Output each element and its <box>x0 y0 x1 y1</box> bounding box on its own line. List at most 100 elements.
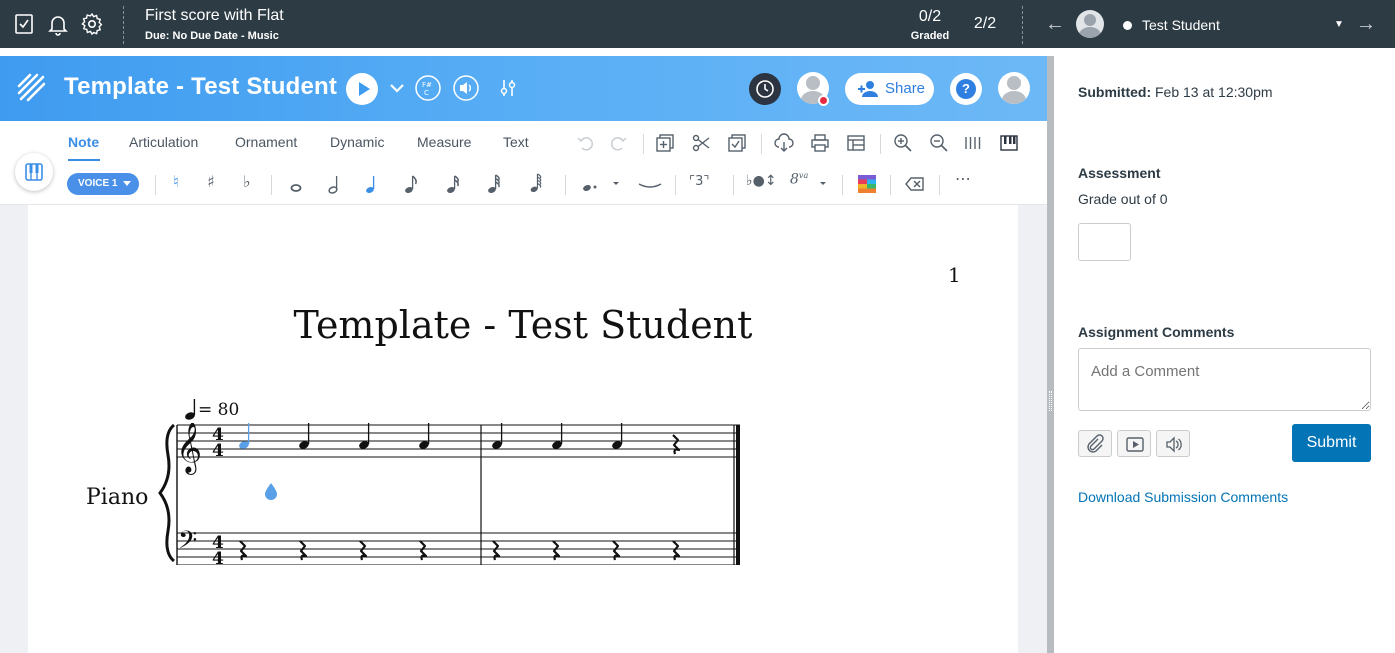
attach-file-button[interactable] <box>1078 430 1112 457</box>
grading-icon[interactable] <box>12 12 36 36</box>
redo-icon[interactable] <box>609 133 629 153</box>
assignment-due: Due: No Due Date - Music <box>145 30 279 42</box>
comments-heading: Assignment Comments <box>1078 324 1235 340</box>
thirty-second-note-icon[interactable] <box>484 174 504 194</box>
history-button[interactable] <box>749 73 781 105</box>
arrow-right-icon[interactable]: → <box>1356 13 1376 36</box>
transpose-icon[interactable]: ♭●↕ <box>746 173 777 189</box>
add-measure-icon[interactable] <box>655 133 675 153</box>
score-title[interactable]: Template - Test Student <box>28 303 1018 347</box>
arrow-left-icon[interactable]: ← <box>1045 13 1065 36</box>
sharp-icon[interactable]: ♯ <box>207 172 215 191</box>
grade-input[interactable] <box>1078 223 1131 261</box>
score-name[interactable]: Template - Test Student <box>64 73 337 101</box>
grand-staff[interactable]: 𝄞 𝄢 44 44 <box>156 423 756 565</box>
layout-icon[interactable] <box>846 133 866 153</box>
clock-icon <box>756 80 774 98</box>
editor-tabs: Note Articulation Ornament Dynamic Measu… <box>0 121 1047 163</box>
paste-icon[interactable] <box>727 133 747 153</box>
quarter-note-icon[interactable] <box>362 174 382 194</box>
flat-header: Template - Test Student F# C Share ? <box>0 56 1047 121</box>
submit-button[interactable]: Submit <box>1292 424 1371 462</box>
print-icon[interactable] <box>810 133 830 153</box>
tempo-marking[interactable]: = 80 <box>198 400 239 420</box>
graded-count: 0/2 <box>918 8 942 25</box>
whole-note-icon[interactable] <box>286 174 306 194</box>
play-button[interactable] <box>346 73 378 105</box>
user-avatar[interactable] <box>998 72 1030 104</box>
half-note-icon[interactable] <box>325 174 345 194</box>
flat-icon[interactable]: ♭ <box>243 172 251 191</box>
cloud-download-icon[interactable] <box>774 133 794 153</box>
toolbar-divider <box>675 175 676 195</box>
tempo-note-icon <box>185 399 196 420</box>
voice-select[interactable]: VOICE 1 <box>67 173 139 195</box>
sixteenth-note-icon[interactable] <box>443 174 463 194</box>
panel-resize-handle[interactable] <box>1047 56 1054 653</box>
chevron-down-icon[interactable] <box>607 174 627 194</box>
speech-to-text-button[interactable] <box>1156 430 1190 457</box>
ottava-icon[interactable]: 8va <box>790 171 808 188</box>
chevron-down-icon[interactable] <box>816 174 836 194</box>
toolbar-divider <box>155 175 156 195</box>
scissors-icon[interactable] <box>691 133 711 153</box>
toolbar-divider <box>880 134 881 154</box>
gear-icon[interactable] <box>80 12 104 36</box>
dot-icon[interactable] <box>580 174 600 194</box>
mixer-icon[interactable] <box>494 74 522 102</box>
grade-label: Grade out of 0 <box>1078 191 1168 207</box>
toolbar-divider <box>733 175 734 195</box>
assignment-title[interactable]: First score with Flat <box>145 7 284 25</box>
undo-icon[interactable] <box>575 133 595 153</box>
delete-icon[interactable] <box>905 174 925 194</box>
tab-text[interactable]: Text <box>503 134 529 150</box>
help-button[interactable]: ? <box>950 73 982 105</box>
transpose-key-icon[interactable]: F# C <box>414 74 442 102</box>
tab-articulation[interactable]: Articulation <box>129 134 198 150</box>
share-button[interactable]: Share <box>845 73 934 105</box>
page-number: 1 <box>948 263 961 287</box>
toolbar-divider <box>939 175 940 195</box>
natural-icon[interactable]: ♮ <box>173 172 179 191</box>
score-page[interactable]: 1 Template - Test Student = 80 Piano 𝄞 𝄢 <box>28 205 1018 653</box>
eighth-note-icon[interactable] <box>401 174 421 194</box>
zoom-out-icon[interactable] <box>929 133 949 153</box>
status-dot <box>1123 21 1132 30</box>
more-icon[interactable]: ⋯ <box>955 169 972 188</box>
graded-label: Graded <box>910 30 950 42</box>
tab-note[interactable]: Note <box>68 134 99 150</box>
comment-field[interactable] <box>1078 348 1371 411</box>
svg-text:4: 4 <box>212 549 224 565</box>
tuplet-icon[interactable]: ⌜3⌝ <box>689 174 709 189</box>
student-select[interactable]: Test Student <box>1142 17 1220 33</box>
zoom-in-icon[interactable] <box>893 133 913 153</box>
toolbar-divider <box>890 175 891 195</box>
share-label: Share <box>885 80 926 97</box>
tie-icon[interactable] <box>638 174 662 194</box>
download-comments-link[interactable]: Download Submission Comments <box>1078 489 1288 505</box>
topbar-divider <box>1022 6 1023 44</box>
toolbar-divider <box>842 175 843 195</box>
note-tools: VOICE 1 ♮ ♯ ♭ ⌜3⌝ ♭●↕ 8va ⋯ <box>0 153 1047 205</box>
piano-button[interactable] <box>15 153 53 191</box>
assessment-heading: Assessment <box>1078 165 1161 181</box>
tab-ornament[interactable]: Ornament <box>235 134 297 150</box>
toolbar-divider <box>761 134 762 154</box>
chevron-down-icon[interactable]: ▼ <box>1334 19 1344 30</box>
tab-dynamic[interactable]: Dynamic <box>330 134 384 150</box>
bell-icon[interactable] <box>46 12 70 36</box>
sixty-fourth-note-icon[interactable] <box>526 173 546 193</box>
tab-measure[interactable]: Measure <box>417 134 471 150</box>
flat-logo-icon[interactable] <box>16 72 48 104</box>
avatar <box>1076 10 1104 38</box>
page-view-icon[interactable] <box>963 133 983 153</box>
instrument-name[interactable]: Piano <box>86 485 148 510</box>
chevron-down-icon[interactable] <box>383 74 411 102</box>
media-comment-button[interactable] <box>1117 430 1151 457</box>
status-badge <box>818 95 829 106</box>
svg-text:F#: F# <box>422 81 432 89</box>
keyboard-view-icon[interactable] <box>999 133 1019 153</box>
svg-text:C: C <box>424 89 429 97</box>
speaker-icon[interactable] <box>452 74 480 102</box>
color-palette-icon[interactable] <box>857 174 877 194</box>
